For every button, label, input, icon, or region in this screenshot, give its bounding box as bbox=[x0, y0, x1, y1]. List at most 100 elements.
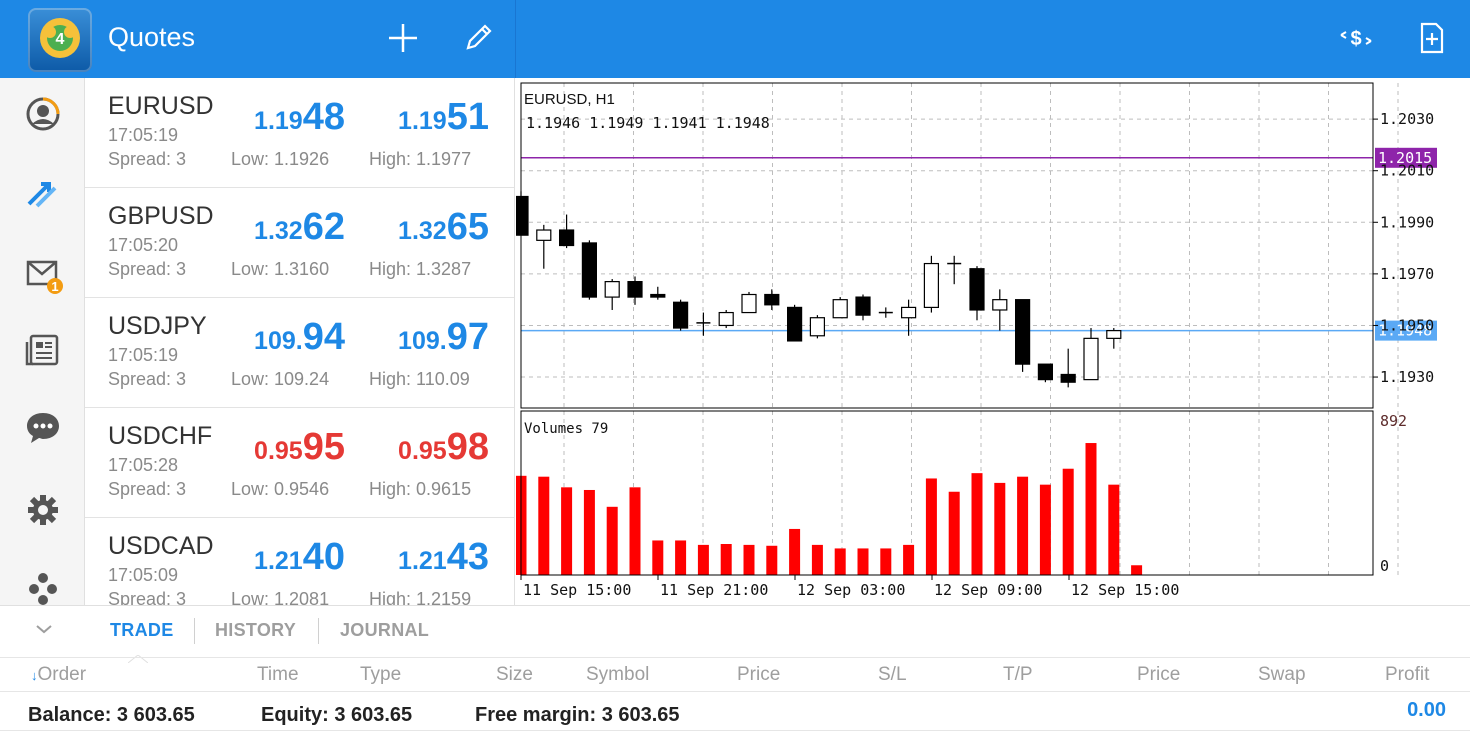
col-type[interactable]: Type bbox=[360, 664, 401, 686]
volume-bar bbox=[903, 544, 915, 575]
quote-row-usdchf[interactable]: USDCHF 17:05:28 Spread: 3 0.9595 0.9598 … bbox=[85, 408, 514, 518]
volumes-label: Volumes 79 bbox=[524, 421, 608, 437]
equity-value: Equity: 3 603.65 bbox=[261, 704, 413, 726]
y-tick-label: 1.1930 bbox=[1380, 368, 1434, 386]
candle bbox=[969, 266, 985, 321]
svg-text:4: 4 bbox=[56, 31, 65, 48]
new-order-icon[interactable] bbox=[1414, 20, 1450, 56]
quote-row-usdjpy[interactable]: USDJPY 17:05:19 Spread: 3 109.94 109.97 … bbox=[85, 298, 514, 408]
volume-bar bbox=[880, 548, 892, 575]
candle bbox=[1015, 299, 1031, 372]
quote-high: High: 0.9615 bbox=[369, 479, 472, 499]
quote-time: 17:05:19 bbox=[108, 125, 179, 145]
trade-icon[interactable] bbox=[23, 174, 63, 214]
tab-trade[interactable]: TRADE bbox=[110, 620, 174, 641]
candle-body bbox=[923, 262, 939, 309]
quote-time: 17:05:28 bbox=[108, 455, 179, 475]
candle bbox=[558, 214, 575, 249]
quote-spread: Spread: 3 bbox=[108, 589, 187, 605]
quote-low: Low: 0.9546 bbox=[231, 479, 330, 499]
col-current-price[interactable]: Price bbox=[1137, 664, 1180, 686]
tab-history[interactable]: HISTORY bbox=[215, 620, 296, 641]
ask-price: 1.1951 bbox=[398, 96, 489, 138]
col-size[interactable]: Size bbox=[496, 664, 533, 686]
quote-low: Low: 1.2081 bbox=[231, 589, 330, 605]
candle-body bbox=[901, 306, 917, 319]
trade-dollar-icon[interactable]: $ bbox=[1338, 20, 1374, 56]
y-tick-label: 1.1990 bbox=[1380, 213, 1434, 231]
candle bbox=[1106, 328, 1122, 349]
settings-icon[interactable] bbox=[23, 490, 63, 530]
col-price[interactable]: Price bbox=[737, 664, 780, 686]
candle-body bbox=[718, 311, 734, 327]
tab-separator bbox=[318, 618, 319, 644]
bid-price: 1.1948 bbox=[254, 96, 345, 138]
chat-icon[interactable] bbox=[23, 408, 63, 448]
candle bbox=[809, 315, 825, 339]
ask-price: 1.2143 bbox=[398, 536, 489, 578]
edit-icon[interactable] bbox=[460, 20, 496, 56]
col-time[interactable]: Time bbox=[257, 664, 299, 686]
candle bbox=[787, 304, 803, 342]
col-tp[interactable]: T/P bbox=[1003, 664, 1033, 686]
volume-max-label: 892 bbox=[1380, 412, 1407, 430]
add-icon[interactable] bbox=[385, 20, 421, 56]
candle bbox=[650, 286, 666, 300]
quote-row-gbpusd[interactable]: GBPUSD 17:05:20 Spread: 3 1.3262 1.3265 … bbox=[85, 188, 514, 298]
volume-bar bbox=[720, 544, 732, 575]
quote-row-eurusd[interactable]: EURUSD 17:05:19 Spread: 3 1.1948 1.1951 … bbox=[85, 78, 514, 188]
community-icon[interactable] bbox=[23, 568, 63, 608]
tab-journal[interactable]: JOURNAL bbox=[340, 620, 429, 641]
y-tick-label: 1.2030 bbox=[1380, 110, 1434, 128]
app-logo[interactable]: 4 bbox=[28, 8, 92, 72]
candle-body bbox=[741, 293, 757, 314]
col-sl[interactable]: S/L bbox=[878, 664, 907, 686]
quote-row-usdcad[interactable]: USDCAD 17:05:09 Spread: 3 1.2140 1.2143 … bbox=[85, 518, 514, 605]
candle bbox=[832, 297, 848, 319]
ask-price: 0.9598 bbox=[398, 426, 489, 468]
quote-spread: Spread: 3 bbox=[108, 479, 187, 499]
price-chart[interactable]: 1.20151.1948 1.20301.20101.19901.19701.1… bbox=[513, 78, 1470, 605]
x-tick-label: 12 Sep 15:00 bbox=[1071, 581, 1179, 599]
candle bbox=[764, 289, 780, 310]
candle bbox=[741, 291, 757, 314]
chart-panel[interactable]: 1.2015 1.1948 1.2030 1.2010 1.1990 1.1970 1.1… bbox=[513, 78, 1470, 605]
candle-body bbox=[1060, 373, 1076, 383]
news-icon[interactable] bbox=[23, 330, 63, 370]
x-tick-label: 11 Sep 21:00 bbox=[660, 581, 768, 599]
total-profit: 0.00 bbox=[1407, 699, 1446, 721]
mail-icon[interactable]: 1 bbox=[23, 254, 63, 294]
volume-bar bbox=[1108, 484, 1120, 575]
account-icon[interactable] bbox=[23, 94, 63, 134]
volume-bar bbox=[583, 489, 595, 575]
quotes-list: EURUSD 17:05:19 Spread: 3 1.1948 1.1951 … bbox=[85, 78, 515, 605]
volume-bar bbox=[1085, 443, 1097, 575]
col-symbol[interactable]: Symbol bbox=[586, 664, 649, 686]
x-tick-label: 12 Sep 09:00 bbox=[934, 581, 1042, 599]
volume-bar bbox=[1039, 484, 1051, 575]
quote-high: High: 110.09 bbox=[369, 369, 470, 389]
volume-bar bbox=[538, 476, 550, 575]
candle bbox=[855, 294, 871, 321]
candle-body bbox=[832, 299, 848, 319]
quote-high: High: 1.2159 bbox=[369, 589, 472, 605]
bid-price: 0.9595 bbox=[254, 426, 345, 468]
candle-body bbox=[627, 281, 643, 298]
y-tick-label: 1.1970 bbox=[1380, 265, 1434, 283]
candle bbox=[878, 307, 893, 318]
volume-bar bbox=[925, 478, 937, 575]
x-tick-label: 12 Sep 03:00 bbox=[797, 581, 905, 599]
chart-title: EURUSD, H1 bbox=[524, 91, 615, 108]
col-order[interactable]: ↓Order bbox=[31, 664, 86, 686]
divider bbox=[0, 691, 1470, 692]
col-swap[interactable]: Swap bbox=[1258, 664, 1306, 686]
mail-badge: 1 bbox=[51, 279, 58, 294]
candle bbox=[673, 299, 689, 331]
candle bbox=[581, 240, 598, 300]
volume-bar bbox=[1131, 565, 1143, 575]
col-profit[interactable]: Profit bbox=[1385, 664, 1429, 686]
candle-body bbox=[992, 299, 1008, 311]
candle-body bbox=[604, 281, 620, 298]
collapse-chevron-icon[interactable] bbox=[34, 622, 54, 641]
quote-symbol: EURUSD bbox=[108, 92, 214, 120]
